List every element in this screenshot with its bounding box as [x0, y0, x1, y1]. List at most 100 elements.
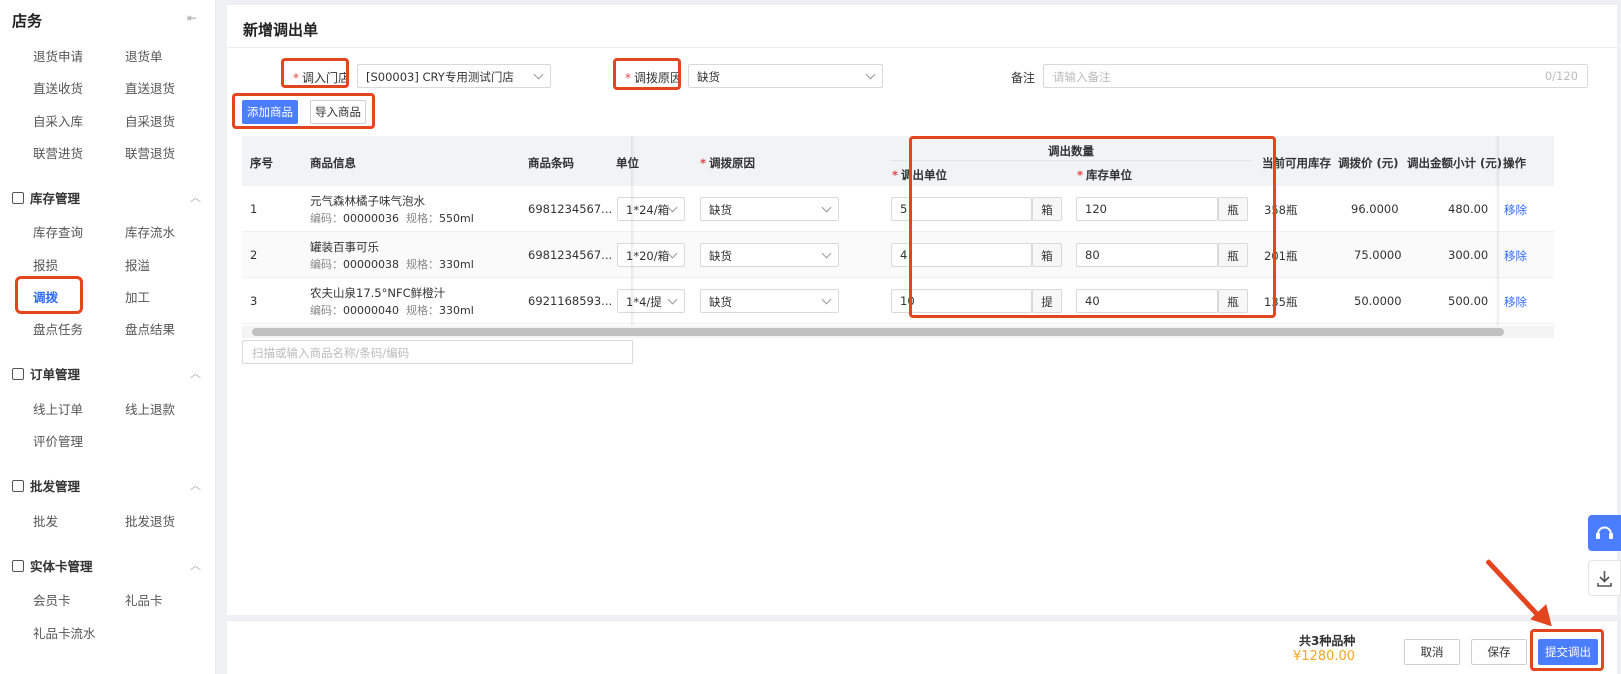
th-reason: * 调拨原因	[700, 156, 756, 170]
sidebar-item-stock-flow[interactable]: 库存流水	[125, 222, 175, 241]
sidebar-item-gift-card[interactable]: 礼品卡	[125, 590, 163, 609]
scan-input[interactable]: 扫描或输入商品名称/条码/编码	[242, 340, 633, 364]
sidebar-title: 店务	[12, 12, 43, 30]
out-qty-input[interactable]: 4	[891, 243, 1032, 267]
unit-select[interactable]: 1*20/箱	[617, 243, 685, 267]
sidebar-item-stock-query[interactable]: 库存查询	[33, 222, 83, 241]
subtotal: 300.00	[1448, 248, 1489, 262]
out-qty-input[interactable]: 10	[891, 289, 1032, 313]
available-stock: 135瓶	[1264, 295, 1298, 309]
horizontal-scrollbar[interactable]	[242, 326, 1554, 338]
chevron-up-icon[interactable]: ︿	[190, 189, 201, 205]
page-title: 新增调出单	[243, 21, 319, 39]
row-reason-select[interactable]: 缺货	[700, 289, 839, 313]
download-icon[interactable]	[1588, 560, 1621, 596]
reason-select[interactable]: 缺货	[688, 64, 883, 88]
sidebar-item-stocktake-result[interactable]: 盘点结果	[125, 319, 175, 338]
sidebar-item-direct-return[interactable]: 直送退货	[125, 78, 175, 97]
note-input[interactable]: 请输入备注 0/120	[1043, 64, 1588, 88]
sidebar-section-cards[interactable]: 实体卡管理	[12, 556, 93, 575]
unit-select[interactable]: 1*4/提	[617, 289, 685, 313]
sidebar-item-self-purchase-in[interactable]: 自采入库	[33, 111, 83, 130]
in-store-select[interactable]: [S00003] CRY专用测试门店	[357, 64, 551, 88]
sidebar-section-title: 订单管理	[30, 367, 81, 382]
note-placeholder: 请输入备注	[1053, 70, 1111, 84]
th-barcode: 商品条码	[528, 156, 574, 170]
sidebar-section-inventory[interactable]: 库存管理	[12, 188, 80, 207]
sidebar-item-review[interactable]: 评价管理	[33, 431, 83, 450]
collapse-icon[interactable]: ⇤	[187, 11, 197, 25]
card-icon	[12, 559, 24, 572]
sidebar-item-member-card[interactable]: 会员卡	[33, 590, 71, 609]
divider	[890, 160, 1253, 161]
sidebar-item-stocktake-task[interactable]: 盘点任务	[33, 319, 83, 338]
remove-link[interactable]: 移除	[1504, 202, 1527, 218]
sidebar-item-return-request[interactable]: 退货申请	[33, 46, 83, 65]
reason-label: * 调拨原因	[625, 71, 683, 85]
row-index: 1	[250, 202, 258, 216]
sidebar-item-return-order[interactable]: 退货单	[125, 46, 163, 65]
remove-link[interactable]: 移除	[1504, 248, 1527, 264]
chevron-up-icon[interactable]: ︿	[190, 477, 201, 493]
save-button[interactable]: 保存	[1471, 639, 1527, 665]
stock-qty-input[interactable]: 40	[1076, 289, 1218, 313]
sidebar-item-gift-card-flow[interactable]: 礼品卡流水	[33, 623, 96, 642]
sidebar-item-direct-receive[interactable]: 直送收货	[33, 78, 83, 97]
stock-qty-input[interactable]: 80	[1076, 243, 1218, 267]
transfer-price: 96.0000	[1351, 202, 1399, 216]
fixed-column-shadow	[631, 136, 635, 326]
th-qty-group: 调出数量	[1048, 144, 1094, 158]
goods-name: 农夫山泉17.5°NFC鲜橙汁	[310, 286, 446, 300]
sidebar-section-wholesale[interactable]: 批发管理	[12, 476, 80, 495]
chevron-down-icon	[667, 294, 678, 305]
goods-name: 元气森林橘子味气泡水	[310, 194, 425, 208]
import-goods-button[interactable]: 导入商品	[310, 100, 366, 124]
sidebar-item-online-order[interactable]: 线上订单	[33, 399, 83, 418]
table-row: 2 罐装百事可乐 编码：00000038 规格：330ml 6981234567…	[242, 232, 1554, 278]
chevron-down-icon	[533, 69, 544, 80]
sidebar-item-self-purchase-return[interactable]: 自采退货	[125, 111, 175, 130]
sidebar-item-joint-purchase[interactable]: 联营进货	[33, 143, 83, 162]
subtotal: 480.00	[1448, 202, 1489, 216]
sidebar-item-wholesale[interactable]: 批发	[33, 511, 58, 530]
row-reason-select[interactable]: 缺货	[700, 243, 839, 267]
table-row: 3 农夫山泉17.5°NFC鲜橙汁 编码：00000040 规格：330ml 6…	[242, 278, 1554, 324]
goods-meta: 编码：00000036 规格：550ml	[310, 212, 474, 225]
sidebar-section-orders[interactable]: 订单管理	[12, 364, 80, 383]
chevron-up-icon[interactable]: ︿	[190, 365, 201, 381]
row-reason-select[interactable]: 缺货	[700, 197, 839, 221]
out-qty-input[interactable]: 5	[891, 197, 1032, 221]
scrollbar-thumb[interactable]	[252, 328, 1504, 336]
unit-select[interactable]: 1*24/箱	[617, 197, 685, 221]
sidebar-item-overflow[interactable]: 报溢	[125, 255, 150, 274]
chevron-down-icon	[821, 248, 832, 259]
cancel-button[interactable]: 取消	[1404, 639, 1460, 665]
table-header: 序号 商品信息 商品条码 单位 * 调拨原因 调出数量 * 调出单位 * 库存单位 当…	[242, 136, 1554, 186]
add-goods-button[interactable]: 添加商品	[242, 100, 298, 124]
subtotal: 500.00	[1448, 294, 1489, 308]
transfer-price: 75.0000	[1354, 248, 1402, 262]
stock-qty-input[interactable]: 120	[1076, 197, 1218, 221]
sidebar-item-processing[interactable]: 加工	[125, 287, 150, 306]
divider	[227, 47, 1617, 48]
sidebar-item-online-refund[interactable]: 线上退款	[125, 399, 175, 418]
highlight-box-transfer	[15, 276, 83, 314]
headset-icon[interactable]	[1588, 515, 1621, 551]
th-price: 调拨价 (元)	[1338, 156, 1399, 170]
th-index: 序号	[250, 156, 273, 170]
goods-table: 序号 商品信息 商品条码 单位 * 调拨原因 调出数量 * 调出单位 * 库存单位 当…	[242, 136, 1554, 326]
chevron-up-icon[interactable]: ︿	[190, 557, 201, 573]
remove-link[interactable]: 移除	[1504, 294, 1527, 310]
out-unit-addon: 箱	[1032, 243, 1062, 267]
available-stock: 358瓶	[1264, 203, 1298, 217]
submit-button[interactable]: 提交调出	[1538, 639, 1598, 665]
goods-barcode: 6981234567...	[528, 202, 613, 216]
wholesale-icon	[12, 479, 24, 492]
sidebar-item-joint-return[interactable]: 联营退货	[125, 143, 175, 162]
sidebar-item-loss[interactable]: 报损	[33, 255, 58, 274]
th-unit: 单位	[616, 156, 639, 170]
in-store-value: [S00003] CRY专用测试门店	[366, 70, 514, 84]
sidebar-item-wholesale-return[interactable]: 批发退货	[125, 511, 175, 530]
inventory-icon	[12, 191, 24, 204]
reason-value: 缺货	[697, 70, 720, 84]
